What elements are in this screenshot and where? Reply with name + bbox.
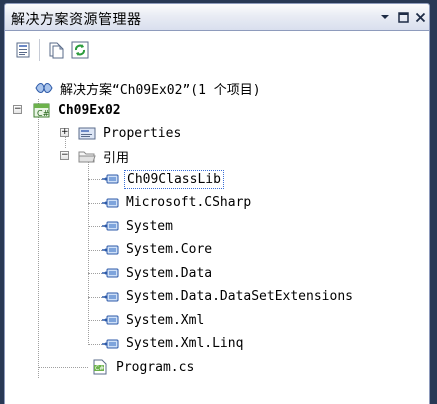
references-folder-icon [78, 148, 96, 164]
reference-icon [101, 218, 119, 234]
references-label: 引用 [103, 150, 130, 166]
properties-folder-icon [78, 125, 96, 141]
reference-item[interactable]: System.Xml [101, 310, 206, 330]
tree-references-node[interactable]: 引用 [78, 146, 131, 166]
refresh-icon[interactable] [69, 39, 91, 61]
reference-item[interactable]: Ch09ClassLib [101, 169, 224, 189]
reference-icon [101, 265, 119, 281]
reference-label: System.Xml.Linq [126, 336, 244, 351]
solution-icon [35, 80, 53, 96]
tree-guide-line [88, 343, 102, 345]
dropdown-arrow-icon[interactable] [378, 10, 392, 24]
close-icon[interactable] [413, 10, 427, 24]
reference-icon [101, 336, 119, 352]
toolbar [4, 31, 430, 69]
collapse-toggle[interactable]: − [60, 151, 69, 160]
reference-icon [101, 242, 119, 258]
reference-icon [101, 289, 119, 305]
project-label: Ch09Ex02 [58, 102, 121, 118]
tree-guide-line [88, 249, 102, 251]
file-label: Program.cs [116, 359, 195, 375]
title-bar: 解决方案资源管理器 [4, 3, 430, 31]
solution-label: 解决方案“Ch09Ex02”(1 个项目) [60, 82, 261, 98]
tree-guide-line [88, 226, 102, 227]
tree-guide-line [38, 367, 88, 368]
reference-icon [101, 195, 119, 211]
tree-guide-line [38, 99, 39, 378]
reference-label: System.Data.DataSetExtensions [126, 289, 353, 304]
reference-item[interactable]: System.Data [101, 263, 214, 283]
tree-properties-node[interactable]: Properties [78, 123, 183, 143]
properties-label: Properties [103, 125, 182, 141]
csharp-file-icon: C# [91, 359, 109, 375]
reference-item[interactable]: Microsoft.CSharp [101, 193, 253, 213]
tree-guide-line [88, 320, 102, 321]
reference-label: System.Data [126, 265, 213, 281]
collapse-toggle[interactable]: − [13, 105, 22, 114]
svg-text:C#: C# [95, 365, 104, 372]
properties-icon[interactable] [13, 39, 35, 61]
solution-explorer-panel: 解决方案资源管理器 解决方案“Ch09Ex02”(1 个项目) − C# Ch0… [0, 0, 437, 404]
show-all-files-icon[interactable] [45, 39, 67, 61]
tree-guide-line [88, 202, 102, 204]
reference-label: System.Core [126, 242, 213, 257]
reference-icon [101, 312, 119, 328]
restore-icon[interactable] [396, 10, 410, 24]
reference-item[interactable]: System.Data.DataSetExtensions [101, 287, 355, 307]
svg-text:C#: C# [37, 109, 50, 118]
reference-label: Ch09ClassLib [124, 169, 224, 189]
reference-item[interactable]: System [101, 216, 175, 236]
tree-guide-line [88, 296, 102, 298]
reference-label: System.Xml [126, 312, 205, 328]
reference-icon [101, 171, 119, 187]
reference-item[interactable]: System.Xml.Linq [101, 334, 245, 354]
tree-project-node[interactable]: C# Ch09Ex02 [33, 100, 123, 120]
reference-item[interactable]: System.Core [101, 240, 214, 260]
solution-tree: 解决方案“Ch09Ex02”(1 个项目) − C# Ch09Ex02 + Pr… [4, 69, 430, 404]
reference-label: System [126, 218, 173, 234]
csharp-project-icon: C# [33, 102, 51, 118]
tree-guide-line [88, 179, 102, 180]
panel-title: 解决方案资源管理器 [11, 12, 142, 28]
tree-file-node[interactable]: C# Program.cs [91, 357, 196, 377]
expand-toggle[interactable]: + [60, 128, 69, 137]
toolbar-separator [39, 39, 40, 61]
reference-label: Microsoft.CSharp [126, 195, 252, 210]
tree-guide-line [88, 273, 102, 274]
tree-solution-node[interactable]: 解决方案“Ch09Ex02”(1 个项目) [35, 78, 263, 98]
